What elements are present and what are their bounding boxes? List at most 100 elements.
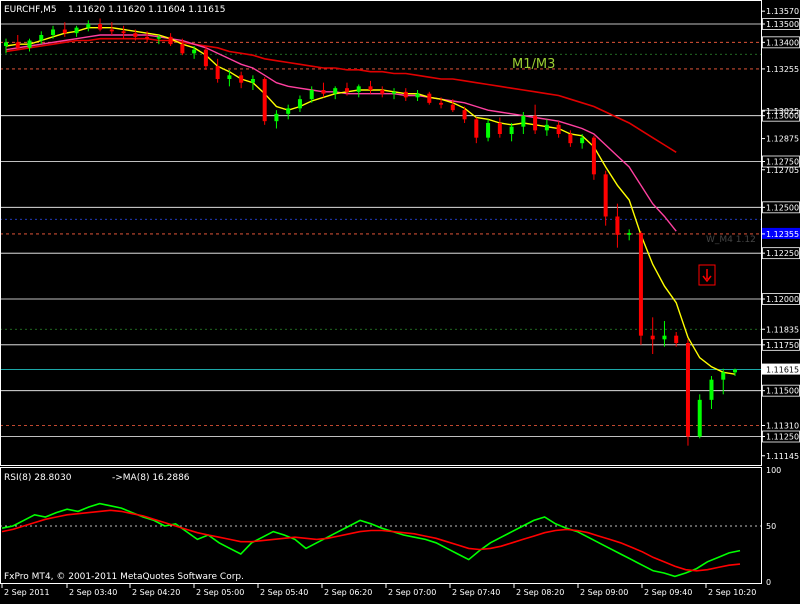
chart-canvas[interactable]: 1.135701.135001.134001.132551.130251.130… [0,0,800,600]
price-tick-label: 1.13500 [766,20,799,29]
time-tick-label: 2 Sep 03:40 [69,588,117,597]
candle-body[interactable] [427,93,432,103]
candle-body[interactable] [544,124,549,131]
candle-body[interactable] [533,115,538,131]
candle-body[interactable] [733,369,737,373]
candle-body[interactable] [380,90,385,94]
candle-body[interactable] [145,36,150,39]
level-line-label: W_M4 1.12 [706,235,756,245]
price-tick-label: 1.11145 [766,452,799,461]
price-tick-label: 1.13000 [766,112,799,121]
time-tick-label: 2 Sep 07:40 [452,588,500,597]
time-tick-label: 2 Sep 08:20 [516,588,564,597]
candle-body[interactable] [627,233,632,235]
candle-body[interactable] [709,379,714,400]
price-tick-label: 1.13255 [766,65,799,74]
candle-body[interactable] [98,24,103,30]
candle-body[interactable] [51,29,56,36]
candle-body[interactable] [697,399,702,437]
candle-body[interactable] [262,79,267,122]
candle-body[interactable] [403,91,408,98]
candle-body[interactable] [121,31,126,34]
rsi-ma-label: ->MA(8) 16.2886 [112,473,190,483]
candle-body[interactable] [27,40,32,48]
candle-body[interactable] [4,42,8,46]
candle-body[interactable] [721,372,726,380]
price-tick-label: 1.11615 [766,366,799,375]
candle-body[interactable] [603,174,608,217]
candle-body[interactable] [227,75,232,79]
candle-body[interactable] [203,49,208,67]
candle-body[interactable] [591,137,596,175]
candle-body[interactable] [74,27,79,34]
candle-body[interactable] [439,102,444,105]
trading-chart-window[interactable]: 1.13570 1.13500 1.13400 1.13255 1.13025 1.130… [0,0,800,600]
candle-body[interactable] [239,75,244,83]
candle-body[interactable] [309,90,314,100]
candle-body[interactable] [486,123,491,138]
price-tick-label: 1.12875 [766,135,799,144]
candle-body[interactable] [650,335,655,340]
time-tick-label: 2 Sep 09:40 [644,588,692,597]
candle-body[interactable] [156,36,161,39]
candle-body[interactable] [462,110,467,120]
price-tick-label: 1.12250 [766,249,799,258]
candle-body[interactable] [344,88,349,92]
candle-body[interactable] [86,24,91,28]
candle-body[interactable] [521,115,526,127]
zone-label: M1/M3 [512,57,555,72]
candle-body[interactable] [168,36,173,45]
price-tick-label: 1.11310 [766,422,799,431]
candle-body[interactable] [415,93,420,98]
candle-body[interactable] [109,29,114,32]
candle-body[interactable] [250,79,255,83]
rsi-tick-label: 100 [766,466,781,475]
candle-body[interactable] [39,35,44,41]
candle-body[interactable] [192,49,197,54]
price-tick-label: 1.12355 [766,230,799,239]
ohlc-readout: 1.11620 1.11620 1.11604 1.11615 [68,5,225,15]
candle-body[interactable] [674,335,679,343]
candle-body[interactable] [450,104,455,111]
candle-body[interactable] [274,113,279,122]
candle-body[interactable] [133,33,138,37]
rsi-label: RSI(8) 28.8030 [4,473,72,483]
chart-background [0,0,800,600]
time-tick-label: 2 Sep 09:00 [580,588,628,597]
candle-body[interactable] [180,44,185,54]
candle-body[interactable] [15,42,20,48]
candle-body[interactable] [215,66,220,79]
candle-body[interactable] [556,124,561,134]
price-tick-label: 1.12500 [766,203,799,212]
candle-body[interactable] [685,343,690,437]
price-tick-label: 1.11750 [766,341,799,350]
price-tick-label: 1.11250 [766,433,799,442]
candle-body[interactable] [321,90,326,94]
candle-body[interactable] [286,108,291,114]
candle-body[interactable] [662,335,667,340]
candle-body[interactable] [568,134,573,144]
candle-body[interactable] [509,126,514,134]
price-tick-label: 1.12000 [766,295,799,304]
candle-body[interactable] [297,99,302,109]
candle-body[interactable] [615,216,620,235]
candle-body[interactable] [497,123,502,134]
rsi-tick-label: 50 [766,522,776,531]
candle-body[interactable] [392,91,397,94]
candle-body[interactable] [333,88,338,94]
time-tick-label: 2 Sep 05:40 [260,588,308,597]
copyright-text: FxPro MT4, © 2001-2011 MetaQuotes Softwa… [4,572,244,582]
candle-body[interactable] [62,29,67,34]
candle-body[interactable] [638,233,643,336]
candle-body[interactable] [356,86,361,92]
time-tick-label: 2 Sep 04:20 [132,588,180,597]
price-tick-label: 1.12705 [766,166,799,175]
price-tick-label: 1.13570 [766,7,799,16]
candle-body[interactable] [368,86,373,90]
time-tick-label: 2 Sep 10:20 [708,588,756,597]
time-tick-label: 2 Sep 06:20 [324,588,372,597]
price-tick-label: 1.11835 [766,325,799,334]
candle-body[interactable] [474,119,479,138]
candle-body[interactable] [580,137,585,144]
symbol-label: EURCHF,M5 [4,5,57,15]
